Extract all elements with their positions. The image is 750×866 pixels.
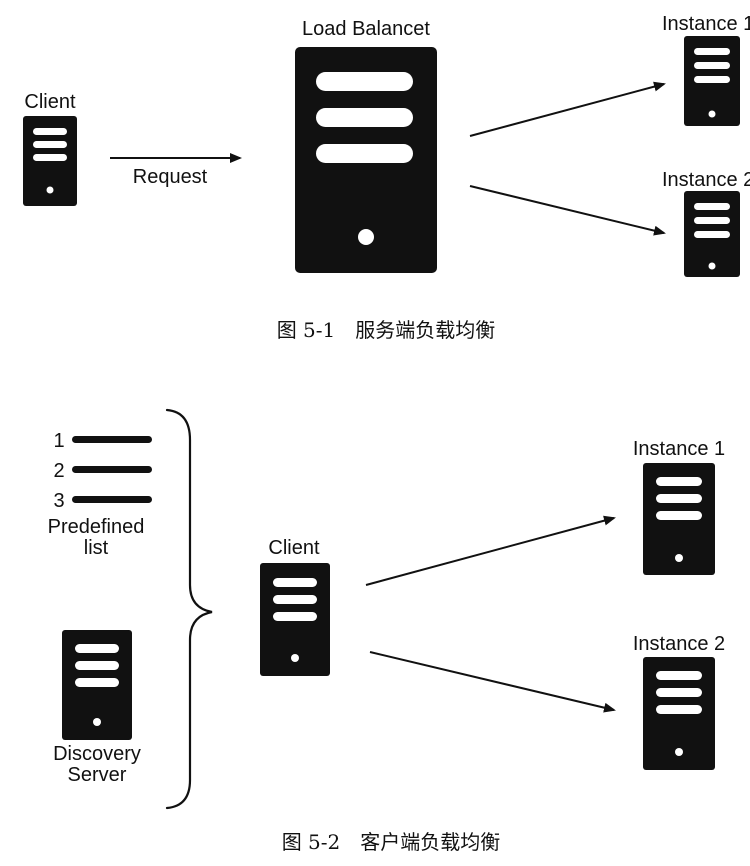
predefined-label-line2: list	[84, 537, 109, 559]
client-to-instance1-arrow	[365, 515, 616, 586]
figure-5-2-caption: 图 5-2 客户端负载均衡	[282, 830, 501, 854]
instance1-label: Instance 1	[662, 13, 750, 35]
predefined-list: 1 2 3 Predefined list	[48, 430, 152, 559]
figure-5-1: Client Request Load Balancet Instance 1	[23, 13, 750, 342]
instance2-server-icon	[684, 191, 740, 277]
client-label: Client	[24, 91, 76, 113]
instance2-fig2-label: Instance 2	[633, 633, 725, 655]
discovery-label-line2: Server	[68, 764, 127, 786]
instance1-server-icon	[684, 36, 740, 126]
request-label: Request	[133, 166, 208, 188]
predefined-label-line1: Predefined	[48, 516, 145, 538]
list-bar-2	[72, 466, 152, 473]
lb-to-instance2-arrow	[469, 185, 666, 236]
diagram-canvas: Client Request Load Balancet Instance 1	[23, 13, 750, 854]
list-bar-1	[72, 436, 152, 443]
figure-5-2: 1 2 3 Predefined list Discovery Server C…	[48, 408, 725, 854]
load-balancer-label: Load Balancet	[302, 18, 430, 40]
list-number-2: 2	[53, 460, 64, 482]
lb-to-instance1-arrow	[469, 81, 666, 137]
instance1-fig2-server-icon	[643, 463, 715, 575]
figure-5-1-caption: 图 5-1 服务端负载均衡	[277, 318, 496, 342]
discovery-label-line1: Discovery	[53, 743, 141, 765]
list-bar-3	[72, 496, 152, 503]
client2-server-icon	[260, 563, 330, 676]
client-to-instance2-arrow	[369, 651, 616, 713]
instance1-fig2-label: Instance 1	[633, 438, 725, 460]
discovery-server-icon	[62, 630, 132, 740]
list-number-3: 3	[53, 490, 64, 512]
curly-brace	[165, 408, 213, 810]
instance2-fig2-server-icon	[643, 657, 715, 770]
client2-label: Client	[268, 537, 320, 559]
client-server-icon	[23, 116, 77, 206]
instance2-label: Instance 2	[662, 169, 750, 191]
list-number-1: 1	[53, 430, 64, 452]
load-balancer-server-icon	[295, 47, 437, 273]
